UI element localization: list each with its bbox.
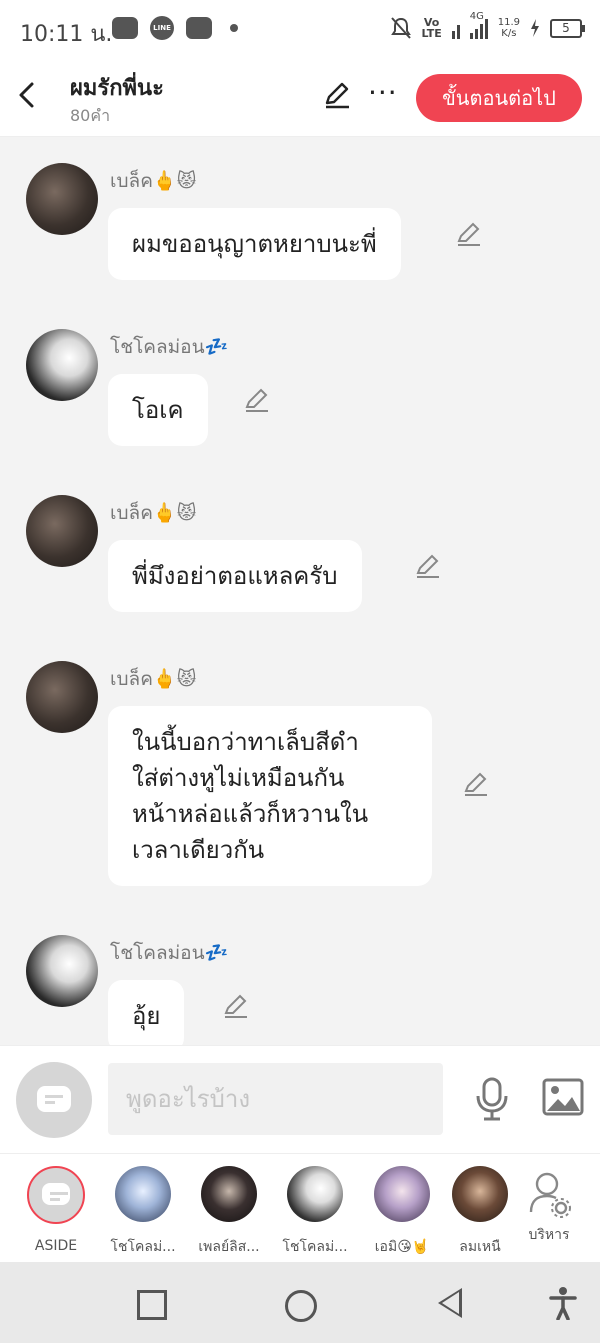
message-bubble[interactable]: โอเค — [108, 374, 208, 446]
character-label: โชโคลม่... — [282, 1239, 348, 1255]
avatar[interactable] — [26, 935, 98, 1007]
back-arrow-icon[interactable] — [14, 80, 40, 110]
avatar[interactable] — [26, 661, 98, 733]
story-title: ผมรักพี่นะ — [70, 76, 164, 101]
sender-name: เบล็ค🖕😾 — [110, 502, 197, 524]
message-bubble[interactable]: พี่มึงอย่าตอแหลครับ — [108, 540, 362, 612]
character-item[interactable]: โชโคลม่... — [107, 1166, 179, 1258]
composer-bar — [0, 1045, 600, 1154]
chat-bubble-icon — [37, 1086, 71, 1112]
aside-avatar — [27, 1166, 85, 1224]
status-bar: 10:11 น. LINE Vo LTE 4G 11.9 K/s 5 — [0, 0, 600, 62]
avatar[interactable] — [26, 163, 98, 235]
character-label: ลมเหนื — [459, 1239, 501, 1255]
manage-characters-icon — [529, 1172, 571, 1218]
sender-name: โชโคลม่อน💤 — [110, 942, 229, 964]
manage-characters-button[interactable]: บริหาร — [513, 1166, 585, 1246]
nav-back-icon[interactable] — [438, 1288, 462, 1318]
avatar[interactable] — [26, 495, 98, 567]
bell-muted-icon — [390, 17, 411, 39]
edit-message-icon[interactable] — [455, 220, 483, 248]
character-item[interactable]: เพลย์ลิส... — [193, 1166, 265, 1258]
character-strip: ASIDE โชโคลม่... เพลย์ลิส... โชโคลม่... … — [0, 1153, 600, 1263]
character-aside[interactable]: ASIDE — [20, 1166, 92, 1254]
image-picker-icon[interactable] — [542, 1078, 584, 1116]
volte-indicator: Vo LTE — [422, 17, 442, 39]
net-speed: 11.9 K/s — [498, 17, 520, 39]
discord-icon — [112, 17, 138, 39]
next-step-button[interactable]: ขั้นตอนต่อไป — [416, 74, 582, 122]
app-header: ผมรักพี่นะ 80คำ ··· ขั้นตอนต่อไป — [0, 62, 600, 137]
status-right: Vo LTE 4G 11.9 K/s 5 — [390, 11, 585, 40]
character-label: เพลย์ลิส... — [198, 1239, 260, 1255]
edit-message-icon[interactable] — [222, 992, 250, 1020]
net-speed-unit: K/s — [501, 28, 517, 39]
recent-apps-icon[interactable] — [137, 1290, 167, 1320]
system-nav-bar — [0, 1262, 600, 1343]
character-label: โชโคลม่... — [110, 1239, 176, 1255]
volte-line2: LTE — [421, 27, 442, 40]
message-input[interactable] — [108, 1063, 443, 1135]
avatar — [115, 1166, 171, 1222]
avatar[interactable] — [26, 329, 98, 401]
character-label: บริหาร — [528, 1227, 570, 1243]
character-label: เอมิ😘🤘 — [374, 1239, 430, 1255]
more-options-icon[interactable]: ··· — [368, 76, 398, 109]
avatar — [201, 1166, 257, 1222]
chat-bubble-icon — [42, 1183, 70, 1205]
avatar — [374, 1166, 430, 1222]
word-count: 80คำ — [70, 106, 111, 125]
notification-icons: LINE — [112, 16, 238, 40]
accessibility-icon[interactable] — [548, 1286, 578, 1320]
discord-icon — [186, 17, 212, 39]
more-notifications-dot-icon — [230, 24, 238, 32]
character-item[interactable]: โชโคลม่... — [279, 1166, 351, 1258]
message-bubble[interactable]: อุ้ย — [108, 980, 185, 1052]
net-speed-value: 11.9 — [497, 17, 520, 28]
sender-name: เบล็ค🖕😾 — [110, 170, 197, 192]
network-signal: 4G — [469, 11, 488, 39]
sim1-signal-icon — [451, 17, 460, 39]
microphone-icon[interactable] — [472, 1076, 512, 1122]
battery-icon: 5 — [550, 18, 585, 38]
status-time: 10:11 น. — [20, 22, 113, 47]
home-icon[interactable] — [285, 1290, 317, 1322]
message-bubble[interactable]: ในนี้บอกว่าทาเล็บสีดำ ใส่ต่างหูไม่เหมือน… — [108, 706, 432, 886]
avatar — [452, 1166, 508, 1222]
edit-message-icon[interactable] — [462, 770, 490, 798]
edit-message-icon[interactable] — [414, 552, 442, 580]
charging-bolt-icon — [531, 19, 539, 37]
character-label: ASIDE — [34, 1238, 78, 1254]
sender-name: โชโคลม่อน💤 — [110, 336, 229, 358]
sender-name: เบล็ค🖕😾 — [110, 668, 197, 690]
network-type: 4G — [469, 11, 484, 22]
edit-title-icon[interactable] — [322, 80, 352, 110]
battery-level: 5 — [562, 20, 570, 35]
aside-toggle-button[interactable] — [16, 1062, 92, 1138]
avatar — [287, 1166, 343, 1222]
message-bubble[interactable]: ผมขออนุญาตหยาบนะพี่ — [108, 208, 401, 280]
character-item[interactable]: เอมิ😘🤘 — [366, 1166, 438, 1258]
line-app-icon: LINE — [150, 16, 174, 40]
edit-message-icon[interactable] — [243, 386, 271, 414]
character-item[interactable]: ลมเหนื — [444, 1166, 516, 1258]
